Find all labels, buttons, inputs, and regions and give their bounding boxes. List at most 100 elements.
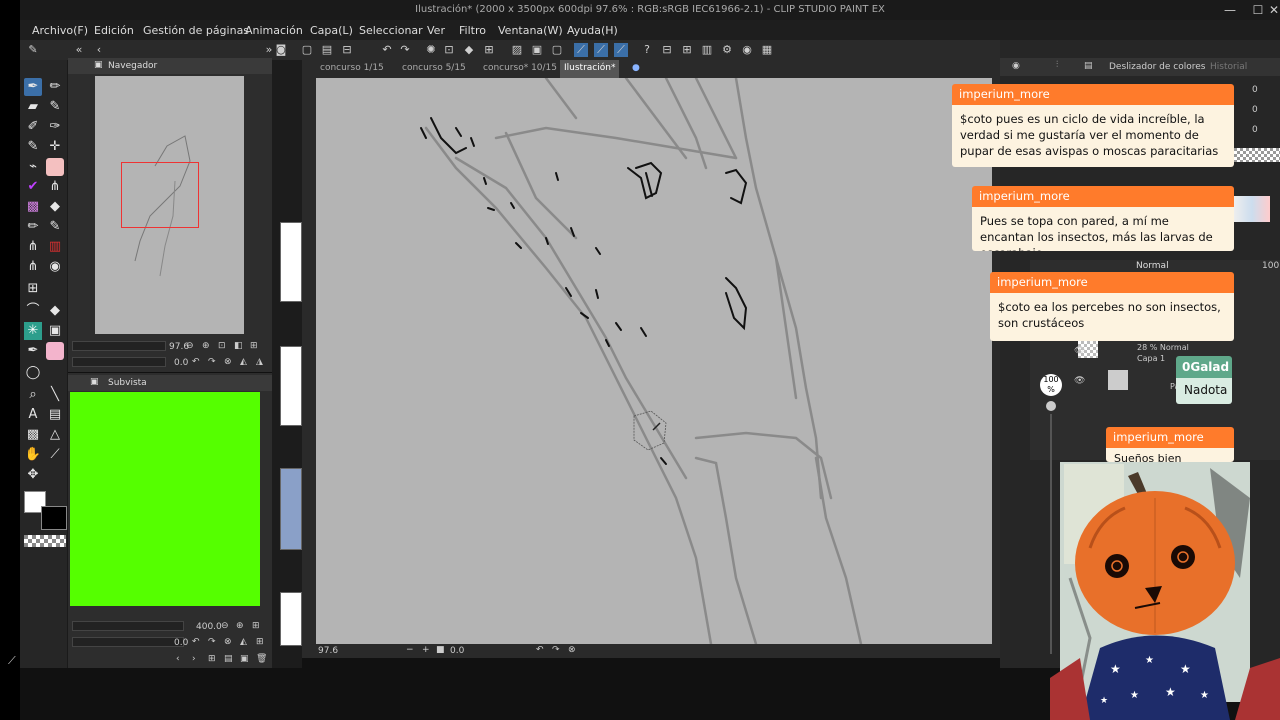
zoom-search-icon[interactable]: ⌕ [24, 386, 42, 404]
subview-zoom-slider[interactable] [72, 621, 184, 631]
shape-pink-icon[interactable] [46, 342, 64, 360]
menu-archivo[interactable]: Archivo(F) [32, 24, 88, 37]
selection-invert-icon[interactable]: ▣ [530, 43, 544, 57]
subview-grid-icon[interactable]: ⊞ [208, 654, 216, 664]
open-file-icon[interactable]: ▤ [320, 43, 334, 57]
lasso-tool-icon[interactable]: ⌒ [24, 302, 42, 320]
menu-seleccionar[interactable]: Seleccionar [359, 24, 423, 37]
collapse-left-icon[interactable]: « [72, 43, 86, 57]
sub-color-swatch[interactable] [41, 506, 67, 530]
transform-icon[interactable]: ⊡ [442, 43, 456, 57]
blend-tool-icon[interactable]: ⌁ [24, 158, 42, 176]
subview-rotate-left-icon[interactable]: ↶ [192, 637, 200, 647]
fit-icon[interactable]: ⊡ [218, 341, 226, 351]
smudge-tool-icon[interactable]: ✎ [46, 218, 64, 236]
navigator-rotate-slider[interactable] [72, 357, 166, 367]
canvas-reset-icon[interactable]: ⊗ [568, 645, 576, 655]
line-tool-icon[interactable]: ╲ [46, 386, 64, 404]
menu-animacion[interactable]: Animación [245, 24, 303, 37]
subview-prev-icon[interactable]: ‹ [176, 654, 180, 664]
zoom-out-icon[interactable]: ⊖ [186, 341, 194, 351]
layer1-name[interactable]: Capa 1 [1137, 354, 1165, 363]
frame-tool-icon[interactable]: ▤ [46, 406, 64, 424]
save-icon[interactable]: ⊟ [340, 43, 354, 57]
paper-layer-thumbnail[interactable] [1108, 370, 1128, 390]
fit-window-icon[interactable]: ⊞ [250, 341, 258, 351]
decoration-tool-icon[interactable]: ✎ [24, 138, 42, 156]
color-wheel-icon[interactable]: ◉ [1012, 61, 1020, 71]
gradient-tool-icon[interactable]: ▣ [46, 322, 64, 340]
transparent-color-swatch[interactable] [24, 535, 66, 547]
export-icon[interactable]: ▦ [760, 43, 774, 57]
subview-next-icon[interactable]: › [192, 654, 196, 664]
navigator-view-rect[interactable] [121, 162, 199, 228]
move-layer-icon[interactable]: ✥ [24, 466, 42, 484]
subview-fit-2-icon[interactable]: ⊞ [256, 637, 264, 647]
flip-vertical-icon[interactable]: ◮ [256, 357, 263, 367]
grass-brush-2-icon[interactable]: ⋔ [24, 258, 42, 276]
color-mix-icon[interactable] [46, 158, 64, 176]
settings-icon[interactable]: ⚙ [720, 43, 734, 57]
selection-icon[interactable]: ▢ [550, 43, 564, 57]
pen-2-icon[interactable]: ✒ [24, 342, 42, 360]
undo-icon[interactable]: ↶ [380, 43, 394, 57]
menu-capa[interactable]: Capa(L) [310, 24, 353, 37]
rotate-right-icon[interactable]: ↷ [208, 357, 216, 367]
subview-zoom-in-icon[interactable]: ⊕ [236, 621, 244, 631]
canvas-rotate-right-icon[interactable]: ↷ [552, 645, 560, 655]
reset-rotation-icon[interactable]: ⊗ [224, 357, 232, 367]
subview-rotate-right-icon[interactable]: ↷ [208, 637, 216, 647]
foliage-brush-icon[interactable]: ⋔ [24, 238, 42, 256]
menu-edicion[interactable]: Edición [94, 24, 134, 37]
selection-clear-icon[interactable]: ▨ [510, 43, 524, 57]
snap-icon[interactable]: ✺ [424, 43, 438, 57]
ruler-snap-icon[interactable]: ⟋ [574, 43, 588, 57]
clip-studio-icon[interactable]: ◙ [274, 43, 288, 57]
brush-icon[interactable]: ✎ [26, 43, 40, 57]
subview-open-icon[interactable]: ▤ [224, 654, 233, 664]
menu-filtro[interactable]: Filtro [459, 24, 486, 37]
page-thumbnail[interactable] [280, 222, 302, 302]
navigator-zoom-slider[interactable] [72, 341, 166, 351]
subview-image[interactable] [70, 392, 260, 606]
subview-fit-icon[interactable]: ⊞ [252, 621, 260, 631]
eye-icon[interactable]: 👁 [1074, 346, 1085, 356]
canvas-zoom-minus-icon[interactable]: − [406, 645, 414, 655]
special-ruler-icon[interactable]: ⟋ [594, 43, 608, 57]
subview-eyedropper-icon[interactable]: ⟋ [8, 654, 16, 668]
move-tool-icon[interactable]: ✛ [46, 138, 64, 156]
tone-tool-icon[interactable]: ▩ [24, 426, 42, 444]
book-icon[interactable]: ▥ [700, 43, 714, 57]
canvas-zoom-plus-icon[interactable]: + [422, 645, 430, 655]
history-tab[interactable]: Historial [1210, 62, 1247, 72]
menu-gestion-paginas[interactable]: Gestión de páginas [143, 24, 249, 37]
building-brush-icon[interactable]: ▥ [46, 238, 64, 256]
new-file-icon[interactable]: ▢ [300, 43, 314, 57]
actual-size-icon[interactable]: ◧ [234, 341, 243, 351]
layout-icon[interactable]: ⊟ [660, 43, 674, 57]
subview-delete-icon[interactable]: 🗑 [256, 654, 267, 664]
fill-bucket-icon[interactable]: ◆ [46, 302, 64, 320]
ruler-tool-icon[interactable]: △ [46, 426, 64, 444]
subview-rotate-slider[interactable] [72, 637, 184, 647]
subview-flip-icon[interactable]: ◭ [240, 637, 247, 647]
page-thumbnail[interactable] [280, 346, 302, 426]
blend-mode-select[interactable]: Normal [1136, 261, 1169, 271]
crop-icon[interactable]: ⊞ [482, 43, 496, 57]
marker-tool-icon[interactable]: ✐ [24, 118, 42, 136]
brush-size-indicator[interactable]: 100% [1040, 374, 1062, 396]
auto-select-icon[interactable]: ✳ [24, 322, 42, 340]
color-panel-title[interactable]: Deslizador de colores [1109, 62, 1205, 72]
tab-concurso-10[interactable]: concurso* 10/15 [483, 63, 557, 73]
flip-horizontal-icon[interactable]: ◭ [240, 357, 247, 367]
water-brush-icon[interactable]: ◉ [46, 258, 64, 276]
grid-snap-icon[interactable]: ⟋ [614, 43, 628, 57]
tab-concurso-1[interactable]: concurso 1/15 [320, 63, 384, 73]
close-button[interactable]: ✕ [1264, 2, 1280, 18]
help-icon[interactable]: ? [640, 43, 654, 57]
minimize-button[interactable]: — [1220, 2, 1240, 18]
grid-tool-icon[interactable]: ⊞ [24, 280, 42, 298]
pencil-tool-icon[interactable]: ✏ [46, 78, 64, 96]
airbrush-tool-icon[interactable]: ✑ [46, 118, 64, 136]
soft-eraser-icon[interactable]: ◆ [46, 198, 64, 216]
